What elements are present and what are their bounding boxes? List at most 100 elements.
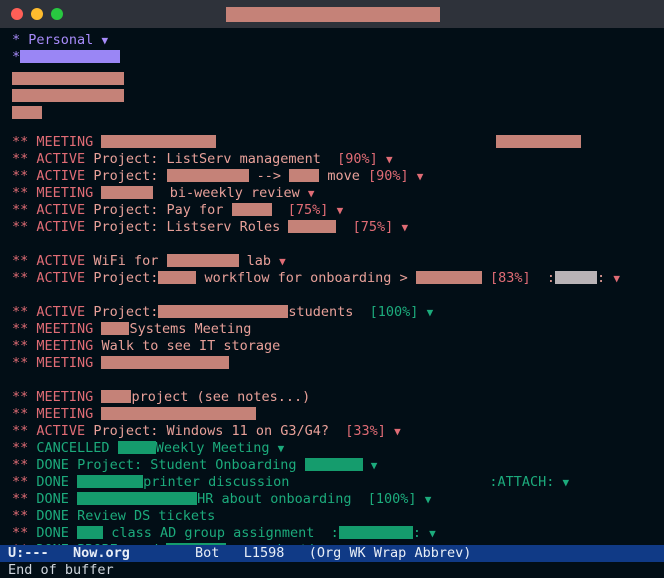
- todo-keyword[interactable]: ACTIVE: [36, 219, 85, 235]
- org-heading-active[interactable]: ** ACTIVE Project: students [100%] ▼: [0, 304, 664, 321]
- todo-keyword[interactable]: DONE: [36, 525, 69, 541]
- org-heading-done[interactable]: ** DONE class AD group assignment :: ▼: [0, 525, 664, 542]
- tag-colon: :: [597, 270, 606, 286]
- chevron-down-icon[interactable]: ▼: [429, 527, 436, 540]
- org-buffer[interactable]: * Personal ▼ * ** MEETING ** ACTIVE Proj…: [0, 28, 664, 545]
- org-heading-active[interactable]: ** ACTIVE Project: --> move [90%] ▼: [0, 168, 664, 185]
- redacted-text: [101, 389, 132, 403]
- org-heading-active[interactable]: ** ACTIVE Project: Listserv Roles [75%] …: [0, 219, 664, 236]
- redacted-text: [77, 474, 144, 488]
- org-heading-meeting[interactable]: ** MEETING: [0, 355, 664, 372]
- org-heading-meeting[interactable]: ** MEETING project (see notes...): [0, 389, 664, 406]
- attach-tag[interactable]: :ATTACH:: [489, 474, 554, 490]
- chevron-down-icon[interactable]: ▼: [279, 255, 286, 268]
- chevron-down-icon[interactable]: ▼: [425, 493, 432, 506]
- todo-keyword[interactable]: DONE: [36, 491, 69, 507]
- todo-keyword[interactable]: ACTIVE: [36, 168, 85, 184]
- org-heading-done[interactable]: ** DONE PROBE send communication ▼: [0, 542, 664, 545]
- org-heading-active[interactable]: ** ACTIVE Project: ListServ management […: [0, 151, 664, 168]
- chevron-down-icon[interactable]: ▼: [101, 34, 108, 47]
- tag-colon: :: [412, 525, 421, 541]
- todo-keyword[interactable]: ACTIVE: [36, 423, 85, 439]
- todo-keyword[interactable]: ACTIVE: [36, 253, 85, 269]
- org-heading-personal[interactable]: * Personal ▼: [0, 32, 664, 49]
- progress-cookie: [100%]: [369, 304, 419, 320]
- todo-keyword[interactable]: CANCELLED: [36, 440, 109, 456]
- heading-stars: **: [12, 304, 29, 320]
- todo-keyword[interactable]: MEETING: [36, 134, 93, 150]
- org-heading-meeting[interactable]: ** MEETING Systems Meeting: [0, 321, 664, 338]
- redacted-text: [304, 457, 363, 471]
- org-heading-cancelled[interactable]: ** CANCELLED Weekly Meeting ▼: [0, 440, 664, 457]
- org-heading-active[interactable]: ** ACTIVE WiFi for lab ▼: [0, 253, 664, 270]
- heading-label-tail: bi-weekly review: [169, 185, 300, 201]
- heading-label: Project: Pay for: [93, 202, 224, 218]
- chevron-down-icon[interactable]: ▼: [278, 442, 285, 455]
- org-heading-active[interactable]: ** ACTIVE Project: Windows 11 on G3/G4? …: [0, 423, 664, 440]
- redacted-text: [415, 270, 482, 284]
- todo-keyword[interactable]: DONE: [36, 508, 69, 524]
- todo-keyword[interactable]: MEETING: [36, 321, 93, 337]
- heading-label: Project: Listserv Roles: [93, 219, 281, 235]
- heading-label-tail: Weekly Meeting: [155, 440, 270, 456]
- maximize-window-button[interactable]: [51, 8, 63, 20]
- heading-label: Project: ListServ management: [93, 151, 321, 167]
- todo-keyword[interactable]: MEETING: [36, 355, 93, 371]
- emacs-modeline[interactable]: U:--- Now.org Bot L1598 (Org WK Wrap Abb…: [0, 545, 664, 562]
- org-heading-meeting[interactable]: ** MEETING Walk to see IT storage: [0, 338, 664, 355]
- todo-keyword[interactable]: ACTIVE: [36, 304, 85, 320]
- chevron-down-icon[interactable]: ▼: [394, 425, 401, 438]
- redacted-text: [166, 542, 227, 545]
- redacted-text: [158, 304, 289, 318]
- org-heading-active[interactable]: ** ACTIVE Project: workflow for onboardi…: [0, 270, 664, 287]
- org-heading-done[interactable]: ** DONE HR about onboarding [100%] ▼: [0, 491, 664, 508]
- redacted-text: [288, 219, 337, 233]
- todo-keyword[interactable]: DONE: [36, 474, 69, 490]
- chevron-down-icon[interactable]: ▼: [427, 306, 434, 319]
- progress-cookie: [75%]: [287, 202, 329, 218]
- todo-keyword[interactable]: ACTIVE: [36, 151, 85, 167]
- minimize-window-button[interactable]: [31, 8, 43, 20]
- org-heading-meeting[interactable]: ** MEETING bi-weekly review ▼: [0, 185, 664, 202]
- heading-label: Project:: [93, 304, 159, 320]
- org-heading-active[interactable]: ** ACTIVE Project: Pay for [75%] ▼: [0, 202, 664, 219]
- chevron-down-icon[interactable]: ▼: [386, 153, 393, 166]
- heading-stars: **: [12, 423, 29, 439]
- todo-keyword[interactable]: MEETING: [36, 338, 93, 354]
- chevron-down-icon[interactable]: ▼: [308, 187, 315, 200]
- chevron-down-icon[interactable]: ▼: [340, 544, 347, 545]
- chevron-down-icon[interactable]: ▼: [417, 170, 424, 183]
- org-body-redacted-line: [0, 83, 664, 102]
- org-heading-done[interactable]: ** DONE printer discussion:ATTACH: ▼: [0, 474, 664, 491]
- todo-keyword[interactable]: DONE: [36, 542, 69, 545]
- org-heading-done[interactable]: ** DONE Review DS tickets: [0, 508, 664, 525]
- chevron-down-icon[interactable]: ▼: [371, 459, 378, 472]
- chevron-down-icon[interactable]: ▼: [401, 221, 408, 234]
- redacted-text: [20, 49, 121, 63]
- chevron-down-icon[interactable]: ▼: [563, 476, 570, 489]
- close-window-button[interactable]: [11, 8, 23, 20]
- progress-cookie: [75%]: [352, 219, 394, 235]
- heading-stars: **: [12, 389, 29, 405]
- todo-keyword[interactable]: MEETING: [36, 389, 93, 405]
- heading-stars: **: [12, 440, 29, 456]
- todo-keyword[interactable]: MEETING: [36, 406, 93, 422]
- heading-stars: **: [12, 321, 29, 337]
- todo-keyword[interactable]: DONE: [36, 457, 69, 473]
- heading-label-tail: communication: [226, 542, 332, 545]
- heading-stars: **: [12, 338, 29, 354]
- org-heading-meeting[interactable]: ** MEETING: [0, 134, 664, 151]
- heading-stars: **: [12, 202, 29, 218]
- todo-keyword[interactable]: MEETING: [36, 185, 93, 201]
- todo-keyword[interactable]: ACTIVE: [36, 270, 85, 286]
- todo-keyword[interactable]: ACTIVE: [36, 202, 85, 218]
- org-heading-redacted[interactable]: *: [0, 49, 664, 66]
- modeline-buffer-name[interactable]: Now.org: [73, 545, 130, 561]
- org-heading-done[interactable]: ** DONE Project: Student Onboarding ▼: [0, 457, 664, 474]
- org-heading-meeting[interactable]: ** MEETING: [0, 406, 664, 423]
- chevron-down-icon[interactable]: ▼: [613, 272, 620, 285]
- chevron-down-icon[interactable]: ▼: [337, 204, 344, 217]
